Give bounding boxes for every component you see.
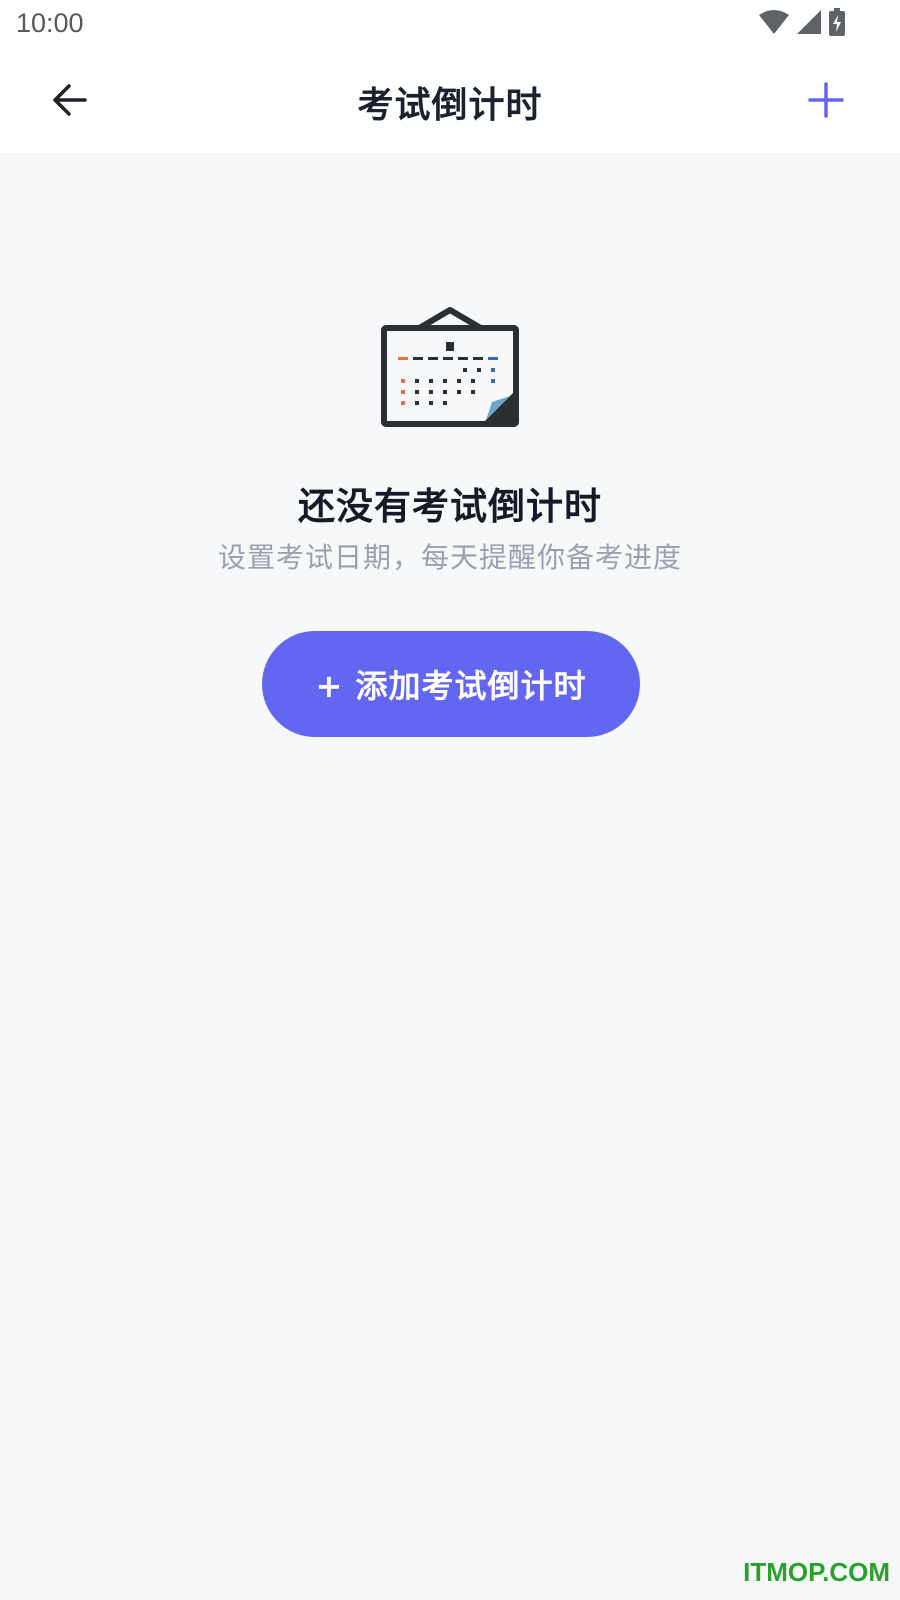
empty-state-title: 还没有考试倒计时	[298, 485, 602, 528]
wifi-icon	[758, 9, 790, 39]
status-bar: 10:00	[0, 0, 900, 50]
add-countdown-button[interactable]: + 添加考试倒计时	[262, 631, 640, 737]
plus-icon	[806, 80, 846, 124]
page-title: 考试倒计时	[357, 85, 543, 126]
watermark: ITMOP.COM	[743, 1557, 890, 1587]
empty-state-subtitle: 设置考试日期，每天提醒你备考进度	[217, 541, 682, 574]
status-icons	[758, 8, 846, 40]
app-bar: 考试倒计时	[0, 50, 900, 155]
status-time: 10:00	[16, 8, 84, 38]
cellular-signal-icon	[796, 9, 822, 39]
add-countdown-icon-button[interactable]	[796, 72, 856, 132]
battery-charging-icon	[828, 8, 846, 40]
calendar-icon	[380, 306, 520, 430]
